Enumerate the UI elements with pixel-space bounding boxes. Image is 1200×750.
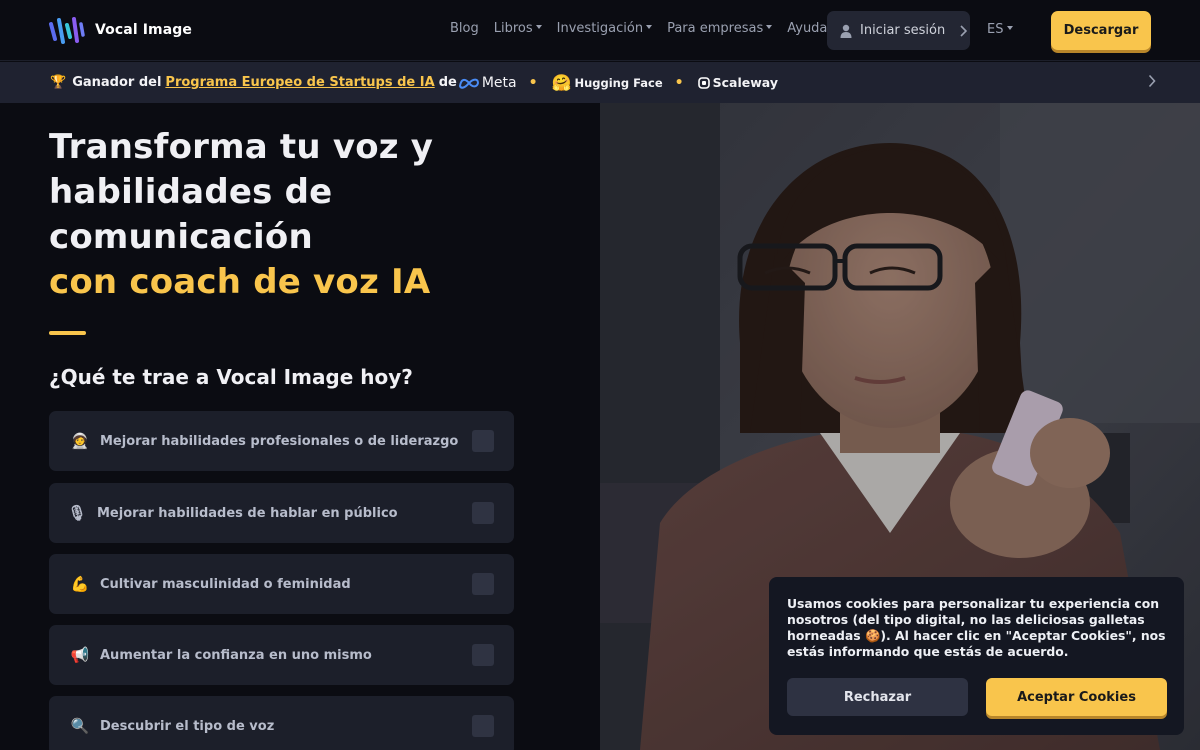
- option-checkbox[interactable]: [472, 715, 494, 737]
- scaleway-logo-icon: [697, 76, 710, 89]
- option-checkbox[interactable]: [472, 644, 494, 666]
- flexed-arm-icon: 💪: [70, 575, 90, 593]
- reject-cookies-button[interactable]: Rechazar: [787, 678, 968, 716]
- caret-down-icon: [766, 25, 773, 29]
- nav-link-investigacion[interactable]: Investigación: [557, 21, 653, 36]
- banner-next-arrow-icon[interactable]: [1148, 74, 1156, 92]
- hugging-face-icon: 🤗: [551, 73, 572, 92]
- option-masculinity-femininity[interactable]: 💪 Cultivar masculinidad o feminidad: [49, 554, 514, 614]
- banner-prefix: Ganador del: [72, 75, 162, 90]
- cookie-consent-dialog: Usamos cookies para personalizar tu expe…: [769, 577, 1184, 735]
- startup-program-link[interactable]: Programa Europeo de Startups de IA: [165, 75, 434, 90]
- caret-down-icon: [1007, 26, 1014, 30]
- option-self-confidence[interactable]: 📢 Aumentar la confianza en uno mismo: [49, 625, 514, 685]
- vocal-image-logo-icon: [49, 17, 85, 44]
- megaphone-icon: 📢: [70, 646, 90, 664]
- login-button[interactable]: Iniciar sesión: [827, 11, 970, 50]
- magnifier-icon: 🔍: [70, 717, 90, 735]
- microphone-icon: 🎙: [67, 504, 87, 522]
- meta-brand: Meta: [458, 75, 517, 91]
- astronaut-icon: 🧑‍🚀: [70, 432, 90, 450]
- chevron-right-icon: [960, 24, 968, 37]
- award-banner: 🏆 Ganador del Programa Europeo de Startu…: [0, 62, 1200, 103]
- nav-link-libros[interactable]: Libros: [494, 21, 542, 36]
- nav-link-empresas[interactable]: Para empresas: [667, 21, 773, 36]
- question-title: ¿Qué te trae a Vocal Image hoy?: [49, 365, 413, 389]
- download-button[interactable]: Descargar: [1051, 11, 1151, 50]
- nav-link-ayuda[interactable]: Ayuda: [787, 21, 827, 36]
- hero-accent-line: con coach de voz IA: [49, 262, 431, 302]
- scaleway-brand: Scaleway: [697, 75, 778, 90]
- language-selector[interactable]: ES: [987, 22, 1014, 37]
- option-professional-leadership[interactable]: 🧑‍🚀 Mejorar habilidades profesionales o …: [49, 411, 514, 471]
- hero-heading: Transforma tu voz y habilidades de comun…: [49, 125, 433, 305]
- nav-link-blog[interactable]: Blog: [450, 21, 479, 36]
- caret-down-icon: [646, 25, 653, 29]
- left-panel: Transforma tu voz y habilidades de comun…: [0, 103, 600, 750]
- cookie-actions: Rechazar Aceptar Cookies: [787, 678, 1167, 716]
- separator-dot: •: [528, 74, 538, 91]
- separator-dot: •: [674, 74, 684, 91]
- meta-logo-icon: [458, 78, 479, 89]
- option-public-speaking[interactable]: 🎙 Mejorar habilidades de hablar en públi…: [49, 483, 514, 543]
- accept-cookies-button[interactable]: Aceptar Cookies: [986, 678, 1167, 716]
- logo-text: Vocal Image: [95, 22, 192, 38]
- nav-links: Blog Libros Investigación Para empresas …: [450, 21, 827, 36]
- option-checkbox[interactable]: [472, 430, 494, 452]
- option-checkbox[interactable]: [472, 573, 494, 595]
- accent-divider: [49, 331, 86, 335]
- banner-connector: de: [438, 75, 457, 90]
- cookie-message: Usamos cookies para personalizar tu expe…: [787, 596, 1166, 659]
- trophy-icon: 🏆: [50, 75, 67, 90]
- option-checkbox[interactable]: [472, 502, 494, 524]
- option-voice-type[interactable]: 🔍 Descubrir el tipo de voz: [49, 696, 514, 750]
- hugging-face-brand: 🤗 Hugging Face: [551, 73, 663, 92]
- user-icon: [840, 24, 852, 38]
- caret-down-icon: [535, 25, 542, 29]
- logo[interactable]: Vocal Image: [48, 15, 192, 45]
- top-navbar: Vocal Image Blog Libros Investigación Pa…: [0, 0, 1200, 61]
